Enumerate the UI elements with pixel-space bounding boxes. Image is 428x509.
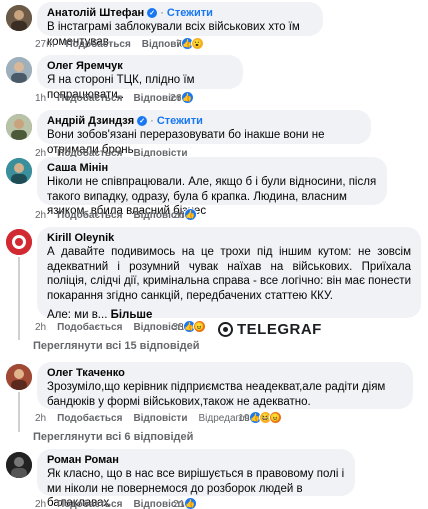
separator: · [150, 115, 154, 127]
comment-author[interactable]: Олег Ткаченко [47, 367, 125, 379]
like-button[interactable]: Подобається [65, 39, 130, 50]
comment-author[interactable]: Роман Роман [47, 454, 119, 466]
reactions-count: 26 [170, 91, 182, 104]
reactions-summary[interactable]: 26 👍 [170, 91, 194, 104]
avatar[interactable] [6, 114, 32, 140]
avatar[interactable] [6, 364, 32, 390]
follow-button[interactable]: Стежити [167, 7, 213, 19]
view-replies-link[interactable]: Переглянути всі 6 відповідей [33, 431, 193, 443]
comment-author[interactable]: Анатолій Штефан [47, 7, 144, 19]
reactions-summary[interactable]: 7 👍 😮 [176, 37, 204, 50]
comment-actions: 2h Подобається Відповісти Відредаговано [35, 413, 266, 424]
reactions-summary[interactable]: 19 👍 😆 😠 [238, 411, 282, 424]
reactions-count: 21 [173, 497, 185, 509]
telegraf-logo-icon [218, 322, 233, 337]
wow-reaction-icon: 😮 [190, 37, 204, 50]
comment-actions: 2h Подобається Відповісти [35, 210, 187, 221]
reactions-summary[interactable]: 33 👍 😠 [172, 320, 206, 333]
verified-badge-icon: ✓ [137, 116, 148, 126]
comment-bubble: Роман Роман Як класно, що в нас все вирі… [37, 449, 355, 509]
comment-author[interactable]: Андрій Дзиндзя [47, 115, 134, 127]
comment-author[interactable]: Kirill Oleynik [47, 232, 114, 244]
like-reaction-icon: 👍 [183, 208, 197, 221]
comment-time[interactable]: 2h [35, 210, 46, 221]
reactions-summary[interactable]: 26 👍 [173, 208, 197, 221]
follow-button[interactable]: Стежити [157, 115, 203, 127]
like-button[interactable]: Подобається [57, 210, 122, 221]
comment-actions: 2h Подобається Відповісти [35, 322, 187, 333]
watermark: TELEGRAF [218, 321, 322, 338]
comment-author[interactable]: Саша Мінін [47, 162, 108, 174]
comment-actions: 2h Подобається Відповісти [35, 499, 187, 509]
comment-bubble: Саша Мінін Ніколи не співпрацювали. Але,… [37, 157, 387, 217]
like-button[interactable]: Подобається [57, 93, 122, 104]
reactions-count: 26 [173, 208, 185, 221]
see-more-button[interactable]: Більше [111, 309, 153, 321]
comment-time[interactable]: 27m [35, 39, 54, 50]
comment-text: Зрозуміло,що керівник підприємства неаде… [47, 381, 386, 408]
separator: · [160, 7, 164, 19]
comment-bubble: Kirill Oleynik А давайте подивимось на ц… [37, 227, 421, 321]
comment-time[interactable]: 2h [35, 499, 46, 509]
comment-bubble: Андрій Дзиндзя ✓ · Стежити Вони зобов'яз… [37, 110, 371, 156]
avatar[interactable] [6, 158, 32, 184]
angry-reaction-icon: 😠 [268, 411, 282, 424]
comment-actions: 27m Подобається Відповісти [35, 39, 196, 50]
like-reaction-icon: 👍 [183, 497, 197, 509]
reactions-count: 33 [172, 320, 184, 333]
comment-text-truncated: Але: ми в... [47, 309, 108, 321]
like-button[interactable]: Подобається [57, 499, 122, 509]
view-replies-link[interactable]: Переглянути всі 15 відповідей [33, 340, 200, 352]
avatar[interactable] [6, 452, 32, 478]
thread-line [18, 257, 20, 340]
reactions-count: 19 [238, 411, 250, 424]
verified-badge-icon: ✓ [147, 8, 158, 18]
like-reaction-icon: 👍 [180, 91, 194, 104]
comment-bubble: Олег Яремчук Я на стороні ТЦК, плідно їм… [37, 55, 243, 101]
avatar[interactable] [6, 57, 32, 83]
avatar[interactable] [6, 229, 32, 255]
like-button[interactable]: Подобається [57, 413, 122, 424]
like-button[interactable]: Подобається [57, 322, 122, 333]
angry-reaction-icon: 😠 [192, 320, 206, 333]
comment-time[interactable]: 2h [35, 322, 46, 333]
watermark-text: TELEGRAF [237, 321, 322, 338]
comment-actions: 1h Подобається Відповісти [35, 93, 187, 104]
reply-button[interactable]: Відповісти [133, 413, 187, 424]
avatar[interactable] [6, 5, 32, 31]
comment-time[interactable]: 1h [35, 93, 46, 104]
comment-bubble: Анатолій Штефан ✓ · Стежити В інстаграмі… [37, 2, 323, 48]
reactions-summary[interactable]: 21 👍 [173, 497, 197, 509]
comment-bubble: Олег Ткаченко Зрозуміло,що керівник підп… [37, 362, 413, 409]
comment-author[interactable]: Олег Яремчук [47, 60, 123, 72]
comment-time[interactable]: 2h [35, 413, 46, 424]
thread-line [18, 392, 20, 432]
comment-text: А давайте подивимось на це трохи під інш… [47, 246, 411, 302]
